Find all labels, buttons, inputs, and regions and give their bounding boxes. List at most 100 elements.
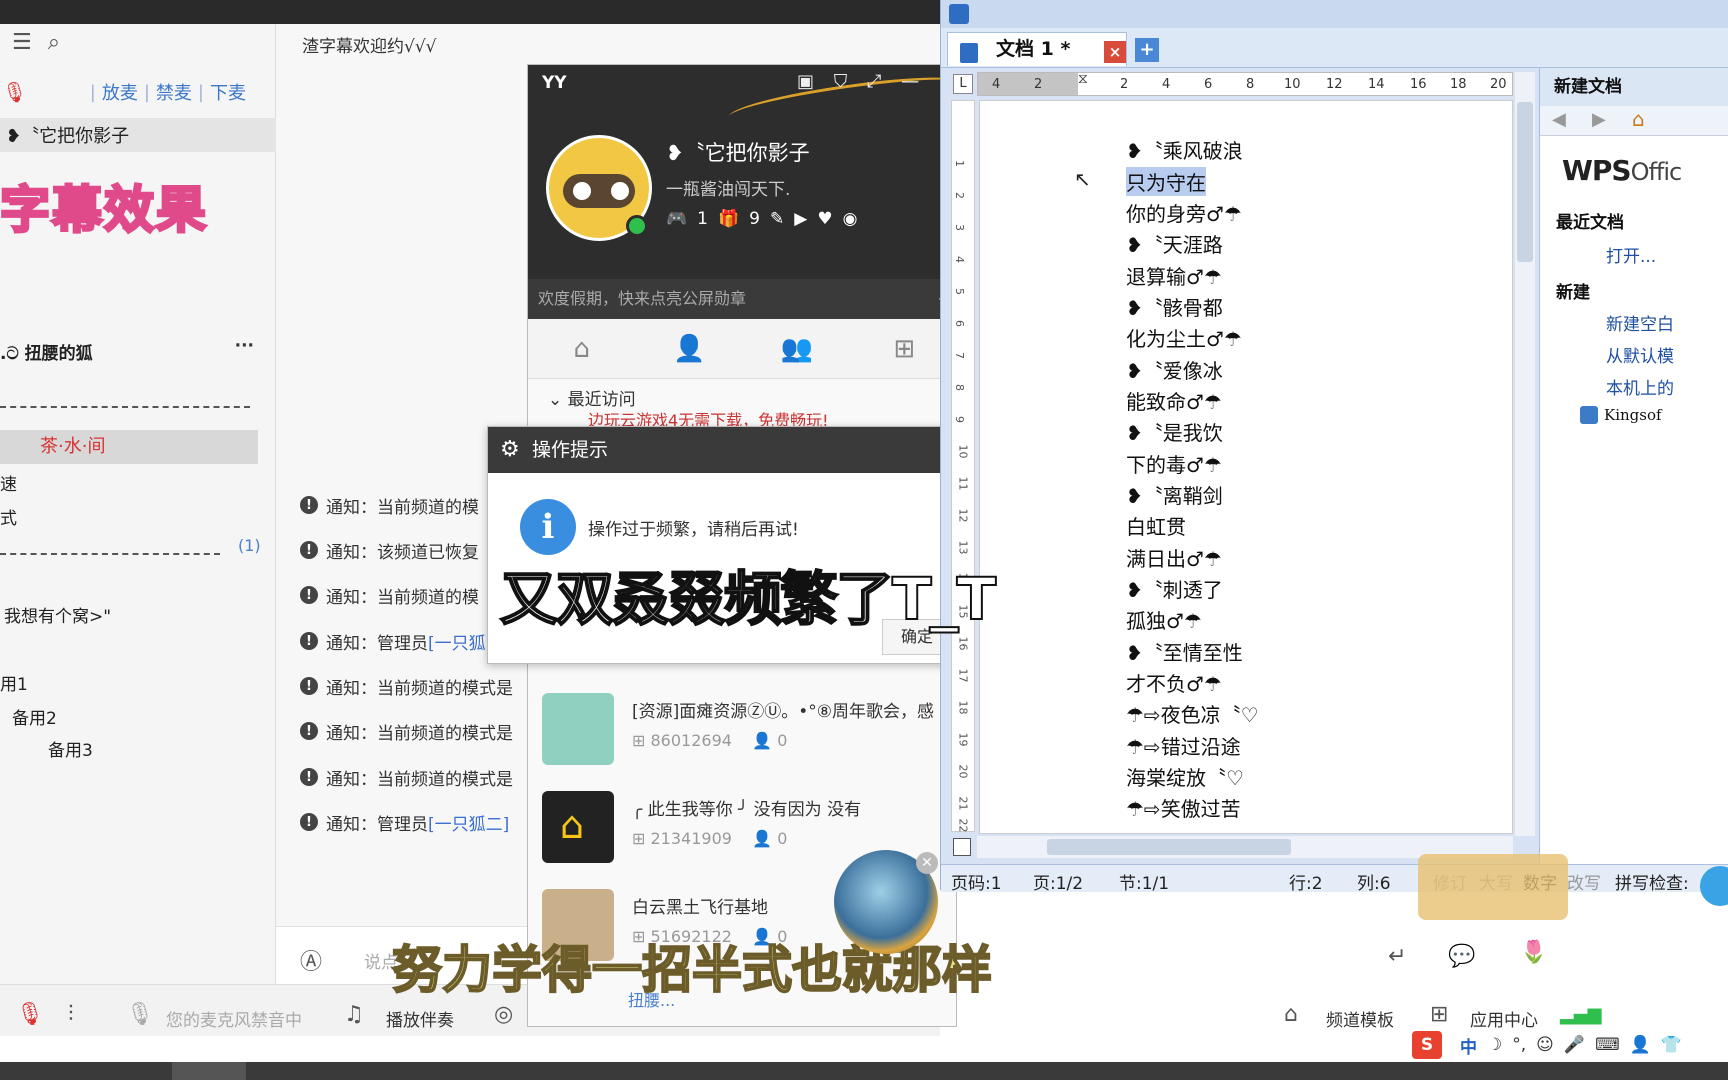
- current-mic-user[interactable]: ❥〝它把你影子: [0, 118, 276, 152]
- home-icon[interactable]: ⌂: [1632, 107, 1645, 131]
- admin-name-link[interactable]: [一只狐: [428, 629, 486, 654]
- wps-app-icon[interactable]: [949, 4, 969, 24]
- doc-line[interactable]: ☂⇨错过沿途: [1126, 731, 1241, 760]
- doc-line[interactable]: 下的毒♂☂: [1126, 449, 1222, 478]
- app-center-button[interactable]: 应用中心: [1470, 1006, 1538, 1031]
- taskbar-item[interactable]: [172, 1062, 246, 1080]
- mic-icon[interactable]: 🎙: [2, 80, 27, 104]
- back-icon[interactable]: ◀: [1552, 109, 1566, 130]
- expand-icon[interactable]: ⤢: [867, 71, 881, 92]
- moon-icon[interactable]: ☽: [1487, 1035, 1502, 1055]
- app-center-icon[interactable]: ⊞: [1430, 1002, 1448, 1027]
- tree-item-backup1[interactable]: 用1: [0, 670, 28, 695]
- doc-line[interactable]: ❥〝天涯路: [1126, 229, 1223, 258]
- tree-item-nest[interactable]: 我想有个窝>": [4, 602, 111, 627]
- doc-line[interactable]: 海棠绽放〝♡: [1126, 762, 1244, 791]
- doc-line[interactable]: ❥〝是我饮: [1126, 417, 1223, 446]
- channel-template-icon[interactable]: ⌂: [1284, 1002, 1298, 1027]
- status-spellcheck[interactable]: 拼写检查:: [1615, 869, 1689, 894]
- edit-icon[interactable]: ✎: [770, 209, 784, 229]
- new-tab-button[interactable]: +: [1135, 38, 1159, 62]
- tab-contact-icon[interactable]: 👤: [636, 319, 744, 378]
- profile-signature[interactable]: 一瓶酱油闯天下.: [666, 175, 790, 200]
- search-icon[interactable]: ⌕: [48, 30, 60, 55]
- mic-icon[interactable]: 🎤: [1564, 1035, 1585, 1055]
- gift-icon[interactable]: 🎁: [718, 209, 739, 229]
- message-icon[interactable]: ▣: [797, 71, 814, 92]
- forward-icon[interactable]: ▶: [1592, 109, 1606, 130]
- channel-template-button[interactable]: 频道模板: [1326, 1006, 1394, 1031]
- close-icon[interactable]: ✕: [916, 852, 938, 874]
- from-default-link[interactable]: 从默认模: [1606, 342, 1674, 367]
- ban-mic-link[interactable]: 禁麦: [156, 79, 192, 105]
- flower-gift-icon[interactable]: 🌷: [1520, 940, 1547, 965]
- heart-icon[interactable]: ♥: [817, 209, 832, 229]
- open-link[interactable]: 打开...: [1606, 242, 1656, 267]
- list-icon[interactable]: ☰: [12, 30, 32, 55]
- skin-icon[interactable]: ⛉: [834, 71, 848, 92]
- eye-icon[interactable]: ◉: [843, 209, 858, 229]
- music-note-icon[interactable]: ♫: [344, 1002, 364, 1027]
- minimize-icon[interactable]: —: [901, 71, 919, 92]
- tab-document-1[interactable]: 文档 1 * ×: [947, 32, 1127, 66]
- doc-line[interactable]: 满日出♂☂: [1126, 543, 1222, 572]
- doc-line[interactable]: 孤独♂☂: [1126, 605, 1202, 634]
- tree-item-speed[interactable]: 速: [0, 470, 17, 495]
- record-icon[interactable]: ◎: [494, 1002, 513, 1027]
- document-page[interactable]: ❥〝乘风破浪 只为守在 你的身旁♂☂ ❥〝天涯路 退算输♂☂ ❥〝骸骨都 化为尘…: [979, 100, 1513, 834]
- fox-more-icon[interactable]: ···: [235, 336, 254, 356]
- doc-line-selected[interactable]: 只为守在: [1126, 167, 1206, 196]
- game-icon[interactable]: 🎮: [666, 209, 687, 229]
- doc-line[interactable]: 能致命♂☂: [1126, 386, 1222, 415]
- admin-name-link[interactable]: [一只狐二]: [428, 810, 509, 835]
- enter-send-icon[interactable]: ↵: [1388, 944, 1406, 969]
- doc-line[interactable]: 化为尘土♂☂: [1126, 323, 1242, 352]
- ime-mode[interactable]: 中: [1460, 1033, 1477, 1058]
- clock-widget[interactable]: [1700, 866, 1728, 906]
- doc-line[interactable]: 退算输♂☂: [1126, 261, 1222, 290]
- new-blank-link[interactable]: 新建空白: [1606, 310, 1674, 335]
- down-mic-link[interactable]: 下麦: [210, 79, 246, 105]
- vertical-scrollbar[interactable]: [1515, 72, 1535, 836]
- list-item[interactable]: [资源]面瘫资源ⓏⓊ。•°⑧周年歌会，感 ⊞ 86012694 👤 0: [542, 693, 952, 773]
- doc-line[interactable]: 白虹贯: [1126, 511, 1186, 540]
- doc-line[interactable]: 你的身旁♂☂: [1126, 198, 1242, 227]
- floating-widget[interactable]: [1418, 854, 1568, 920]
- play-accompaniment-button[interactable]: 播放伴奏: [386, 1006, 454, 1031]
- user-icon[interactable]: 👤: [1630, 1035, 1651, 1055]
- tree-item-backup2[interactable]: 备用2: [12, 704, 57, 729]
- page-view-icon[interactable]: [953, 838, 971, 856]
- sogou-ime-icon[interactable]: S: [1412, 1031, 1442, 1059]
- mixer-icon[interactable]: ⫶: [68, 1002, 74, 1027]
- close-tab-button[interactable]: ×: [1104, 41, 1126, 63]
- doc-line[interactable]: ❥〝至情至性: [1126, 637, 1243, 666]
- doc-line[interactable]: ❥〝离鞘剑: [1126, 480, 1223, 509]
- indent-marker-icon[interactable]: ⧖: [1078, 71, 1088, 87]
- mic-muted-icon[interactable]: 🎙: [16, 1002, 44, 1027]
- emoji-icon[interactable]: ☺: [1536, 1035, 1554, 1055]
- doc-line[interactable]: 才不负♂☂: [1126, 668, 1222, 697]
- doc-line[interactable]: ❥〝骸骨都: [1126, 292, 1223, 321]
- tab-home-icon[interactable]: ⌂: [528, 319, 636, 378]
- play-icon[interactable]: ▶: [794, 209, 807, 229]
- emoji-bubble-icon[interactable]: 💬: [1448, 944, 1475, 969]
- channel-user-fox[interactable]: .ට 扭腰的狐 ···: [0, 336, 276, 366]
- doc-line[interactable]: ❥〝刺透了: [1126, 574, 1223, 603]
- doc-line[interactable]: ☂⇨笑傲过苦: [1126, 793, 1241, 822]
- local-templates-link[interactable]: 本机上的: [1606, 374, 1674, 399]
- doc-line[interactable]: ❥〝爱像冰: [1126, 355, 1223, 384]
- doc-line[interactable]: ❥〝乘风破浪: [1126, 135, 1243, 164]
- tree-item-mode[interactable]: 式: [0, 504, 17, 529]
- kingsoft-link[interactable]: Kingsof: [1604, 406, 1662, 424]
- event-banner[interactable]: 欢度假期，快来点亮公屏勋章←: [528, 279, 956, 319]
- release-mic-link[interactable]: 放麦: [102, 79, 138, 105]
- punctuation-icon[interactable]: °,: [1512, 1035, 1526, 1055]
- shirt-icon[interactable]: 👕: [1661, 1035, 1682, 1055]
- keyboard-icon[interactable]: ⌨: [1595, 1035, 1620, 1055]
- font-style-icon[interactable]: Ⓐ: [300, 944, 322, 976]
- vertical-ruler[interactable]: 1 2 3 4 5 6 7 8 9 10 11 12 13 14 15 16 1…: [951, 100, 975, 833]
- tab-group-icon[interactable]: 👥: [743, 319, 851, 378]
- horizontal-ruler[interactable]: 4 2 2 4 6 8 10 12 14 16 18 20 ⧖: [977, 71, 1513, 96]
- sub-channel-tea-room[interactable]: 茶·水·间: [0, 430, 258, 464]
- tree-item-backup3[interactable]: 备用3: [48, 736, 93, 761]
